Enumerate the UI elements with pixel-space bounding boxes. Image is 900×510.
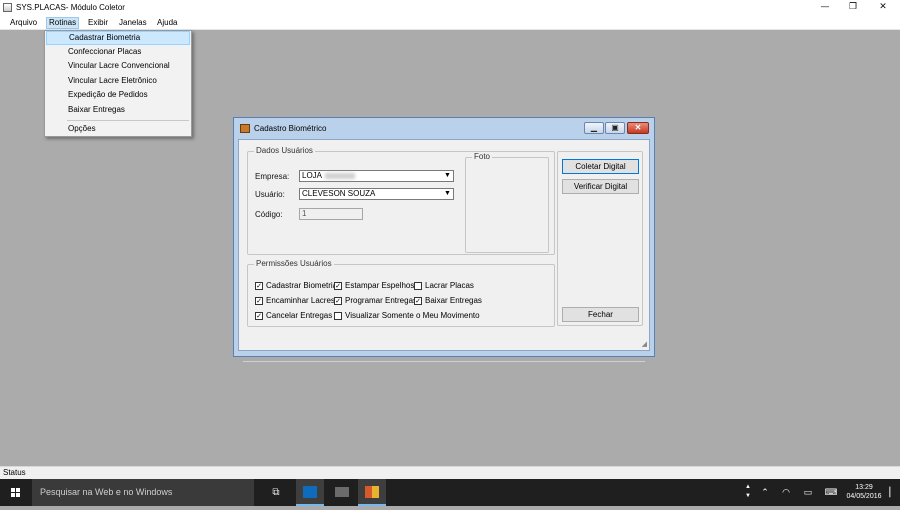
taskbar-search-input[interactable]: Pesquisar na Web e no Windows: [32, 479, 254, 506]
chevron-down-icon: ▼: [444, 190, 451, 197]
usuario-label: Usuário:: [255, 190, 285, 199]
dialog-body: Dados Usuários Empresa: LOJA ▼ Usuário: …: [238, 139, 650, 362]
keyboard-icon[interactable]: ⌨: [822, 479, 840, 506]
menu-rotinas[interactable]: Rotinas: [46, 17, 80, 29]
empresa-value: LOJA: [302, 171, 323, 180]
menu-janelas[interactable]: Janelas: [117, 17, 149, 29]
dialog-minimize-button[interactable]: ▁: [584, 122, 604, 134]
clock-date: 04/05/2016: [846, 493, 882, 500]
menu-item-expedicao-pedidos[interactable]: Expedição de Pedidos: [46, 88, 190, 102]
dialog-title: Cadastro Biométrico: [254, 124, 327, 133]
foto-group: Foto: [465, 152, 549, 253]
checkbox-visualizar-meu-movimento[interactable]: Visualizar Somente o Meu Movimento: [334, 311, 480, 321]
verificar-digital-button[interactable]: Verificar Digital: [562, 179, 639, 194]
empresa-select[interactable]: LOJA ▼: [299, 170, 454, 182]
dialog-app-icon: [240, 124, 250, 133]
action-center-icon[interactable]: ▏: [888, 479, 898, 506]
windows-start-button[interactable]: [0, 479, 32, 506]
codigo-label: Código:: [255, 210, 283, 219]
foto-label: Foto: [472, 152, 493, 161]
dialog-restore-button[interactable]: ▣: [605, 122, 625, 134]
usuario-select[interactable]: CLEVESON SOUZA ▼: [299, 188, 454, 200]
checkbox-cadastrar-biometria[interactable]: ✓ Cadastrar Biometria: [255, 281, 337, 291]
menu-arquivo[interactable]: Arquivo: [8, 17, 39, 29]
checkbox-cancelar-entregas[interactable]: ✓ Cancelar Entregas: [255, 311, 332, 321]
app-icon: [3, 3, 12, 12]
dialog-statusbar: [243, 361, 645, 373]
taskbar-clock[interactable]: 13:29 04/05/2016: [842, 483, 886, 501]
menu-exibir[interactable]: Exibir: [86, 17, 110, 29]
checkbox-box: ✓: [255, 312, 263, 320]
app-title: SYS.PLACAS- Módulo Coletor: [16, 3, 125, 12]
dados-usuarios-label: Dados Usuários: [254, 146, 315, 155]
checkbox-lacrar-placas[interactable]: Lacrar Placas: [414, 281, 474, 291]
checkbox-programar-entregas[interactable]: ✓ Programar Entregas: [334, 296, 417, 306]
fechar-button[interactable]: Fechar: [562, 307, 639, 322]
menu-ajuda[interactable]: Ajuda: [155, 17, 179, 29]
codigo-field[interactable]: 1: [299, 208, 363, 220]
redacted-text: [325, 172, 356, 179]
dialog-close-button[interactable]: ✕: [627, 122, 649, 134]
maximize-button[interactable]: ❐: [838, 0, 868, 14]
menu-item-confeccionar-placas[interactable]: Confeccionar Placas: [46, 45, 190, 59]
close-button[interactable]: ✕: [868, 0, 898, 14]
checkbox-box: [334, 312, 342, 320]
windows-logo-icon: [11, 488, 20, 497]
resize-grip-icon[interactable]: ◢: [642, 340, 647, 348]
app-taskbar-icon[interactable]: [328, 479, 356, 506]
network-icon[interactable]: ◠: [778, 479, 794, 506]
checkbox-estampar-espelhos[interactable]: ✓ Estampar Espelhos: [334, 281, 414, 291]
outlook-taskbar-icon[interactable]: [296, 479, 324, 506]
checkbox-encaminhar-lacres[interactable]: ✓ Encaminhar Lacres: [255, 296, 335, 306]
menu-item-opcoes[interactable]: Opções: [46, 122, 190, 136]
permissoes-group: Permissões Usuários ✓ Cadastrar Biometria…: [247, 259, 555, 327]
menu-item-vincular-lacre-eletronico[interactable]: Vincular Lacre Eletrônico: [46, 74, 190, 88]
checkbox-label: Programar Entregas: [345, 296, 418, 305]
taskbar: Pesquisar na Web e no Windows ⧉ ▲ ▼ ⌃ ◠ ▭…: [0, 479, 900, 506]
cadastro-biometrico-dialog: Cadastro Biométrico ▁ ▣ ✕ Dados Usuários…: [233, 117, 655, 362]
minimize-button[interactable]: —: [810, 0, 840, 14]
app-titlebar: SYS.PLACAS- Módulo Coletor — ❐ ✕: [0, 0, 900, 16]
checkbox-label: Lacrar Placas: [425, 281, 474, 290]
menu-separator: [67, 120, 189, 121]
checkbox-box: [414, 282, 422, 290]
checkbox-label: Cancelar Entregas: [266, 311, 333, 320]
coletar-digital-button[interactable]: Coletar Digital: [562, 159, 639, 174]
checkbox-label: Encaminhar Lacres: [266, 296, 335, 305]
sysplacas-taskbar-icon[interactable]: [358, 479, 386, 506]
actions-panel: Coletar Digital Verificar Digital Fechar: [557, 151, 643, 326]
checkbox-box: ✓: [334, 282, 342, 290]
checkbox-box: ✓: [255, 297, 263, 305]
permissoes-label: Permissões Usuários: [254, 259, 334, 268]
checkbox-baixar-entregas[interactable]: ✓ Baixar Entregas: [414, 296, 482, 306]
menu-item-vincular-lacre-convencional[interactable]: Vincular Lacre Convencional: [46, 59, 190, 73]
checkbox-box: ✓: [334, 297, 342, 305]
chevron-down-icon: ▼: [444, 172, 451, 179]
checkbox-label: Visualizar Somente o Meu Movimento: [345, 311, 480, 320]
menu-bar: Arquivo Rotinas Exibir Janelas Ajuda: [0, 16, 900, 30]
clock-time: 13:29: [855, 484, 873, 491]
menu-item-cadastrar-biometria[interactable]: Cadastrar Biometria: [46, 31, 190, 45]
checkbox-box: ✓: [255, 282, 263, 290]
task-view-icon[interactable]: ⧉: [262, 479, 290, 506]
rotinas-dropdown: Cadastrar Biometria Confeccionar Placas …: [44, 30, 192, 137]
checkbox-box: ✓: [414, 297, 422, 305]
status-bar: Status: [0, 466, 900, 479]
checkbox-label: Estampar Espelhos: [345, 281, 415, 290]
checkbox-label: Cadastrar Biometria: [266, 281, 338, 290]
empresa-label: Empresa:: [255, 172, 290, 181]
notification-icon[interactable]: ▭: [800, 479, 816, 506]
menu-item-baixar-entregas[interactable]: Baixar Entregas: [46, 103, 190, 117]
show-hidden-icons-icon[interactable]: ⌃: [758, 479, 772, 506]
usuario-value: CLEVESON SOUZA: [302, 189, 376, 198]
dados-usuarios-group: Dados Usuários Empresa: LOJA ▼ Usuário: …: [247, 146, 555, 255]
checkbox-label: Baixar Entregas: [425, 296, 482, 305]
